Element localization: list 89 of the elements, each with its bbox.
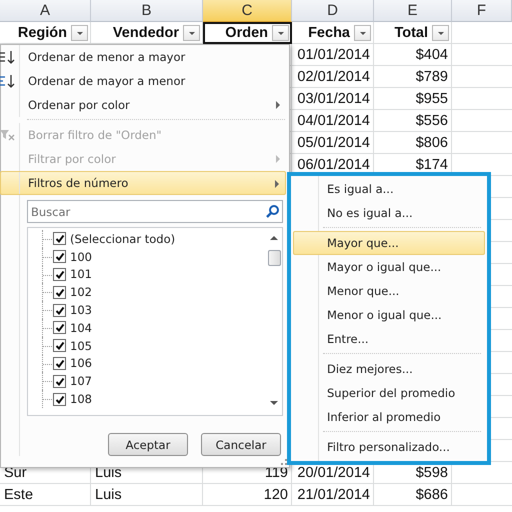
column-header[interactable]: F [452,0,512,22]
sort-icon [0,50,15,64]
table-cell-text: $174 [414,156,449,175]
submenu-arrow-icon [276,155,280,163]
table-cell-text: 06/01/2014 [296,156,371,175]
header-label: Total [394,25,428,41]
menu-item[interactable]: Menor o igual que... [293,303,485,327]
dialog-button[interactable]: Aceptar [108,433,188,456]
search-field[interactable]: Buscar [27,200,283,223]
table-cell-text: $955 [414,90,449,109]
header-label: Vendedor [112,25,179,41]
checkbox[interactable] [53,339,66,352]
table-cell-text: 120 [262,486,289,505]
checkbox[interactable] [53,268,66,281]
menu-item[interactable]: Es igual a... [293,177,485,201]
table-cell-text: 02/01/2014 [296,68,371,87]
checkbox-label[interactable]: (Seleccionar todo) [70,232,176,246]
menu-item[interactable]: Filtro personalizado... [293,435,485,459]
table-cell-text: 20/01/2014 [296,464,371,483]
caret-icon [188,32,194,34]
scroll-down-icon[interactable] [270,401,278,405]
checkbox[interactable] [53,392,66,406]
menu-item[interactable]: Ordenar de mayor a menor [1,69,286,93]
dialog-button[interactable]: Cancelar [201,433,281,456]
caret-icon [76,32,82,34]
checkbox[interactable] [53,356,66,370]
submenu-arrow-icon [275,180,279,188]
filter-button[interactable] [272,25,289,41]
column-header[interactable]: A [0,0,91,22]
checkbox[interactable] [53,232,66,246]
table-cell-text: $789 [414,68,449,87]
header-label: Orden [225,25,268,41]
table-cell-text: Luis [94,464,123,483]
menu-item[interactable]: Ordenar de menor a mayor [1,45,286,69]
checkbox-label[interactable]: 105 [70,338,92,353]
checkbox[interactable] [53,286,66,299]
menu-item[interactable]: Entre... [293,327,485,351]
filter-button[interactable] [354,25,371,41]
sort-icon [0,74,15,88]
column-header[interactable]: D [292,0,374,22]
checkbox[interactable] [53,250,66,264]
scrollbar-thumb[interactable] [268,250,280,266]
header-label: Fecha [308,25,350,41]
table-cell-text: 05/01/2014 [296,134,371,153]
table-cell-text: 01/01/2014 [296,46,371,65]
table-cell-text: $404 [414,46,449,65]
menu-item[interactable]: Superior del promedio [293,381,485,405]
table-cell-text: $598 [414,464,449,483]
column-header[interactable]: C [203,0,292,22]
menu-item[interactable]: Mayor que... [293,231,485,255]
table-cell-text: $556 [414,112,449,131]
menu-item[interactable]: Menor que... [293,279,485,303]
table-cell-text: Luis [94,486,123,505]
submenu-arrow-icon [276,101,280,109]
table-cell-text: 03/01/2014 [296,90,371,109]
checkbox[interactable] [53,321,66,334]
checkbox[interactable] [53,374,66,388]
checkbox-label[interactable]: 104 [70,320,92,335]
scroll-up-icon[interactable] [270,236,278,240]
filter-button[interactable] [71,25,88,41]
caret-icon [438,32,444,34]
table-cell-text: 04/01/2014 [296,112,371,131]
table-cell-text: Este [3,486,34,505]
caret-icon [360,32,366,34]
table-cell-text: $806 [414,134,449,153]
table-cell-text: $686 [414,486,449,505]
checkbox-label[interactable]: 102 [70,285,92,300]
checkbox[interactable] [53,304,66,317]
checkbox-label[interactable]: 100 [70,250,92,264]
checkbox-label[interactable]: 103 [70,303,92,318]
menu-item[interactable]: Inferior al promedio [293,405,485,429]
checkbox-label[interactable]: 107 [70,374,92,388]
menu-item[interactable]: Filtros de número [0,171,286,195]
filter-button[interactable] [432,25,449,41]
menu-item[interactable]: Ordenar por color [1,93,286,117]
table-cell-text: 21/01/2014 [296,486,371,505]
column-header[interactable]: B [91,0,203,22]
header-label: Región [18,25,67,41]
checkbox-label[interactable]: 108 [70,392,92,406]
filter-button[interactable] [183,25,200,41]
resize-grip-icon[interactable] [279,459,287,465]
checkbox-label[interactable]: 101 [70,267,92,282]
column-header[interactable]: E [374,0,452,22]
search-icon[interactable] [266,205,279,218]
checkbox-label[interactable]: 106 [70,356,92,370]
menu-item[interactable]: No es igual a... [293,201,485,225]
menu-item[interactable]: Mayor o igual que... [293,255,485,279]
menu-item[interactable]: Diez mejores... [293,357,485,381]
caret-icon [278,32,284,34]
